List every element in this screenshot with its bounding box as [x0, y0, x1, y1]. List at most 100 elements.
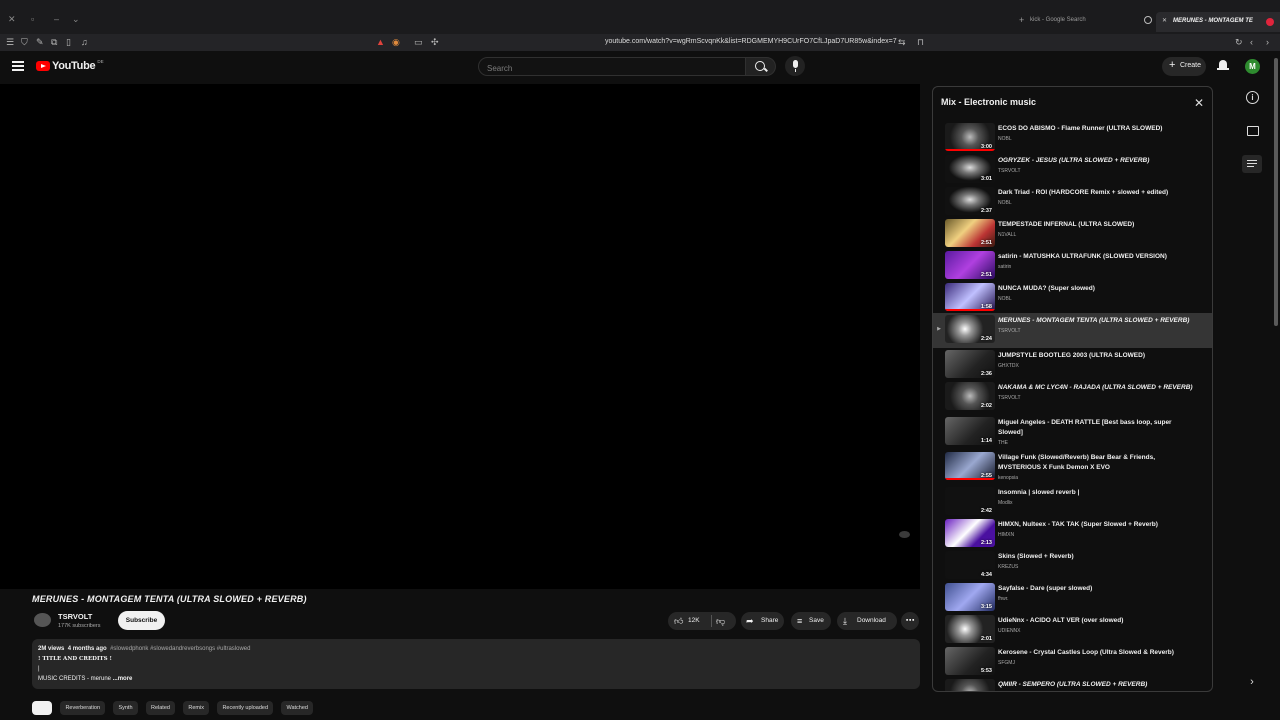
playlist-thumbnail[interactable]: 5:53: [945, 647, 995, 675]
info-icon[interactable]: i: [1246, 91, 1259, 104]
playlist-thumbnail[interactable]: 3:15: [945, 583, 995, 611]
share-button[interactable]: ➦ Share: [741, 612, 784, 630]
description-box[interactable]: 2M views 4 months ago #slowedphonk #slow…: [32, 639, 920, 689]
playlist-item-title[interactable]: Kerosene - Crystal Castles Loop (Ultra S…: [998, 648, 1198, 658]
playlist-thumbnail[interactable]: 1:58: [945, 283, 995, 311]
tab-list-chevron-icon[interactable]: ⌄: [72, 14, 80, 25]
playlist-thumbnail[interactable]: 1:14: [945, 417, 995, 445]
playlist-item[interactable]: 2:36 JUMPSTYLE BOOTLEG 2003 (ULTRA SLOWED…: [933, 348, 1212, 380]
playlist-item-title[interactable]: MERUNES - MONTAGEM TENTA (ULTRA SLOWED +…: [998, 316, 1198, 326]
bookmark-icon[interactable]: ⊓: [917, 37, 924, 47]
page-scrollbar[interactable]: [1274, 58, 1278, 326]
playlist-thumbnail[interactable]: 2:37: [945, 187, 995, 215]
playlist-item[interactable]: 2:02 NAKAMA & MC LYC4N - RAJADA (ULTRA SL…: [933, 380, 1212, 415]
youtube-logo[interactable]: YouTube DE: [36, 59, 104, 72]
reload-icon[interactable]: ↻: [1235, 37, 1243, 47]
video-player[interactable]: [0, 84, 920, 589]
thumbs-down-icon[interactable]: 👎︎: [716, 612, 725, 630]
forward-icon[interactable]: ›: [1266, 37, 1269, 47]
playlist-thumbnail[interactable]: 2:13: [945, 519, 995, 547]
subscribe-button[interactable]: Subscribe: [118, 611, 165, 630]
playlist-queue-icon[interactable]: [1242, 155, 1262, 173]
chip-synth[interactable]: Synth: [113, 701, 138, 715]
music-icon[interactable]: ♫: [81, 37, 88, 47]
playlist-item[interactable]: 5:53 Kerosene - Crystal Castles Loop (Ult…: [933, 645, 1212, 677]
search-button[interactable]: [746, 57, 776, 76]
playlist-item-title[interactable]: Miguel Angeles - DEATH RATTLE [Best bass…: [998, 418, 1198, 438]
close-tab-icon[interactable]: ✕: [1162, 17, 1167, 24]
playlist-item-title[interactable]: UdieNnx - ACIDO ALT VER (over slowed): [998, 616, 1198, 626]
extension-badge-icon[interactable]: ◉: [392, 37, 400, 47]
close-window-icon[interactable]: ✕: [8, 14, 16, 25]
new-tab-icon[interactable]: +: [1019, 15, 1024, 25]
save-button[interactable]: ≡ Save: [791, 612, 831, 630]
playlist-item[interactable]: ▶ 2:24 MERUNES - MONTAGEM TENTA (ULTRA SLO…: [933, 313, 1212, 348]
tab-google-search[interactable]: kick - Google Search: [1030, 17, 1086, 23]
playlist-item[interactable]: 2:55 Village Funk (Slowed/Reverb) Bear Be…: [933, 450, 1212, 485]
thumbs-up-icon[interactable]: 👍︎: [674, 612, 683, 630]
tab-youtube-active[interactable]: ✕ MERUNES - MONTAGEM TE: [1156, 12, 1280, 32]
voice-search-button[interactable]: [785, 56, 805, 76]
playlist-thumbnail[interactable]: 3:01: [945, 155, 995, 183]
playlist-thumbnail[interactable]: 2:51: [945, 251, 995, 279]
sidebar-menu-icon[interactable]: ☰: [6, 37, 14, 47]
chip-recently-uploaded[interactable]: Recently uploaded: [217, 701, 274, 715]
playlist-thumbnail[interactable]: 3:00: [945, 123, 995, 151]
reader-mode-icon[interactable]: ▭: [414, 37, 423, 47]
playlist-thumbnail[interactable]: 2:02: [945, 382, 995, 410]
playlist-thumbnail[interactable]: 2:42: [945, 487, 995, 515]
search-input[interactable]: [479, 60, 745, 77]
playlist-item-title[interactable]: NAKAMA & MC LYC4N - RAJADA (ULTRA SLOWED…: [998, 383, 1198, 393]
playlist-item[interactable]: 1:58 NUNCA MUDA? (Super slowed) NOBL: [933, 281, 1212, 313]
playlist-item-title[interactable]: satirin - MATUSHKA ULTRAFUNK (SLOWED VER…: [998, 252, 1198, 262]
playlist-item-title[interactable]: Insomnia | slowed reverb |: [998, 488, 1198, 498]
guide-menu-icon[interactable]: [12, 61, 24, 71]
playlist-item[interactable]: 2:42 Insomnia | slowed reverb | Modlix: [933, 485, 1212, 517]
close-playlist-icon[interactable]: ✕: [1194, 96, 1204, 110]
like-count[interactable]: 12K: [688, 612, 700, 630]
playlist-title[interactable]: Mix - Electronic music: [941, 97, 1036, 107]
playlist-item[interactable]: 3:00 ECOS DO ABISMO - Flame Runner (ULTRA…: [933, 121, 1212, 153]
playlist-thumbnail[interactable]: 2:55: [945, 452, 995, 480]
playlist-item[interactable]: 3:01 OGRYZEK - JESUS (ULTRA SLOWED + REVE…: [933, 153, 1212, 185]
playlist-item-title[interactable]: Skins (Slowed + Reverb): [998, 552, 1198, 562]
channel-avatar[interactable]: [34, 613, 51, 627]
playlist-item[interactable]: 2:01 UdieNnx - ACIDO ALT VER (over slowed…: [933, 613, 1212, 645]
playlist-item-title[interactable]: NUNCA MUDA? (Super slowed): [998, 284, 1198, 294]
playlist-item[interactable]: QMIIR - SEMPERO (ULTRA SLOWED + REVERB): [933, 677, 1212, 691]
chip-reverberation[interactable]: Reverberation: [60, 701, 105, 715]
chip-remix[interactable]: Remix: [183, 701, 209, 715]
playlist-item[interactable]: 3:15 Sayfalse - Dare (super slowed) fhwr.: [933, 581, 1212, 613]
playlist-item-title[interactable]: Sayfalse - Dare (super slowed): [998, 584, 1198, 594]
shield-icon[interactable]: ⛉: [21, 37, 28, 47]
notifications-bell-icon[interactable]: [1217, 59, 1229, 72]
restore-window-icon[interactable]: ▫: [31, 14, 34, 24]
playlist-item-title[interactable]: HIMXN, Nulteex - TAK TAK (Super Slowed +…: [998, 520, 1198, 530]
share-page-icon[interactable]: ⇆: [898, 37, 906, 47]
pin-icon[interactable]: ✎: [36, 37, 44, 47]
playlist-thumbnail[interactable]: 2:24: [945, 315, 995, 343]
show-more-link[interactable]: ...more: [113, 676, 133, 682]
account-avatar[interactable]: M: [1245, 59, 1260, 74]
playlist-item-title[interactable]: Dark Triad - ROI (HARDCORE Remix + slowe…: [998, 188, 1198, 198]
playlist-item[interactable]: 4:34 Skins (Slowed + Reverb) KREZUS: [933, 549, 1212, 581]
screenshot-icon[interactable]: ⧉: [51, 37, 57, 47]
playlist-item[interactable]: 2:13 HIMXN, Nulteex - TAK TAK (Super Slow…: [933, 517, 1212, 549]
playlist-item-title[interactable]: ECOS DO ABISMO - Flame Runner (ULTRA SLO…: [998, 124, 1198, 134]
chat-icon[interactable]: [1244, 124, 1260, 140]
minimize-window-icon[interactable]: ‒: [54, 14, 59, 24]
playlist-thumbnail[interactable]: 2:51: [945, 219, 995, 247]
hashtags[interactable]: #slowedphonk #slowedandreverbsongs #ultr…: [110, 646, 250, 652]
playlist-thumbnail[interactable]: 2:01: [945, 615, 995, 643]
playlist-thumbnail[interactable]: 2:36: [945, 350, 995, 378]
extensions-icon[interactable]: ✣: [431, 37, 439, 47]
address-bar[interactable]: youtube.com/watch?v=wgRmScvqnKk&list=RDG…: [605, 38, 897, 45]
playlist-item-title[interactable]: OGRYZEK - JESUS (ULTRA SLOWED + REVERB): [998, 156, 1198, 166]
sidebar-toggle-icon[interactable]: ▯: [66, 37, 71, 47]
back-icon[interactable]: ‹: [1250, 37, 1253, 47]
playlist-item[interactable]: 2:37 Dark Triad - ROI (HARDCORE Remix + s…: [933, 185, 1212, 217]
chip-watched[interactable]: Watched: [281, 701, 313, 715]
playlist-item[interactable]: 2:51 satirin - MATUSHKA ULTRAFUNK (SLOWED…: [933, 249, 1212, 281]
create-button[interactable]: + Create: [1162, 57, 1206, 76]
playlist-item-title[interactable]: JUMPSTYLE BOOTLEG 2003 (ULTRA SLOWED): [998, 351, 1198, 361]
